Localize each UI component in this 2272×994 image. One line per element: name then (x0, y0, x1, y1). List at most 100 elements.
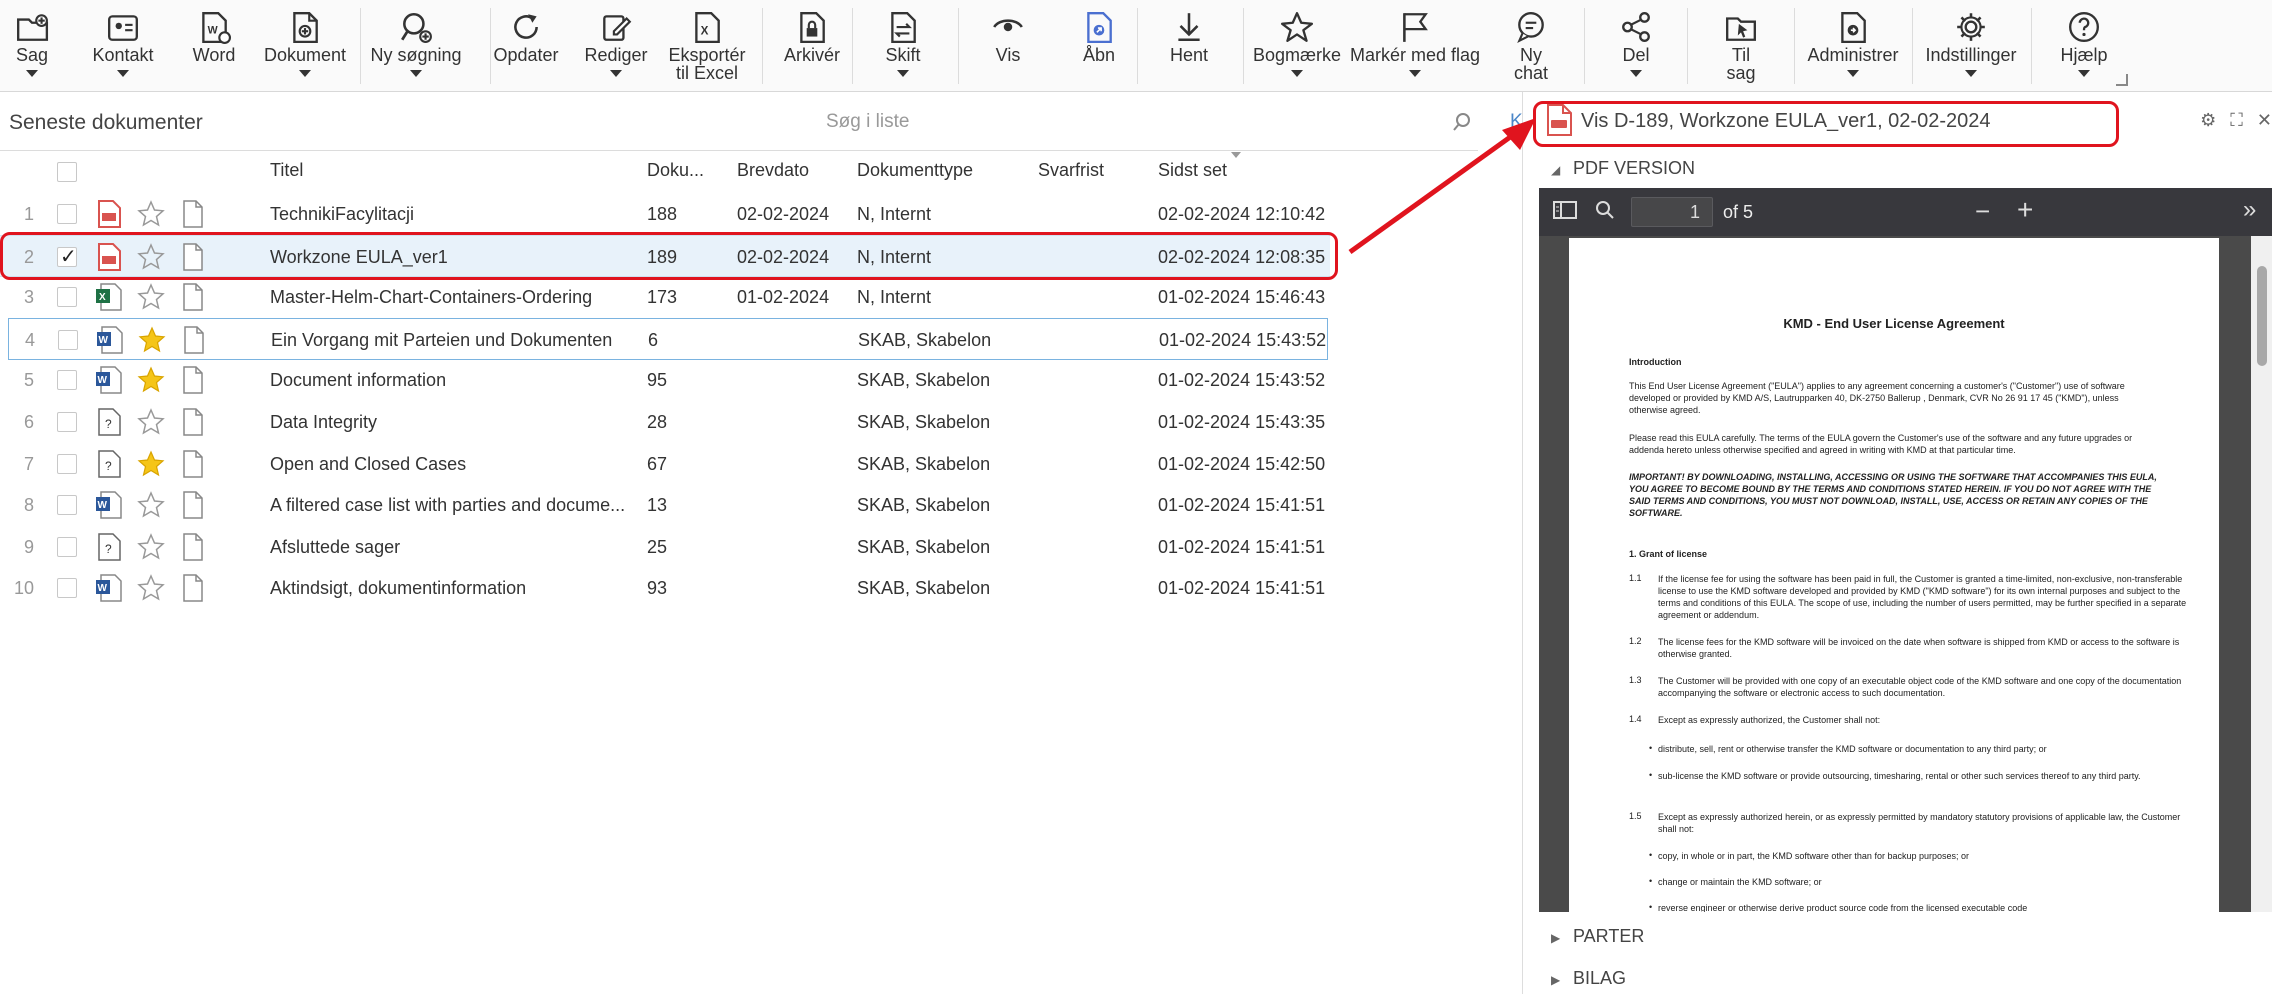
row-checkbox[interactable] (57, 370, 77, 391)
section-pdf-version[interactable]: ◢ PDF VERSION (1551, 158, 1695, 179)
page-icon[interactable] (182, 242, 204, 271)
toolbar-button-manage-doc[interactable]: Administrer (1803, 0, 1903, 92)
page-icon[interactable] (182, 533, 204, 561)
select-all-checkbox[interactable] (57, 162, 77, 182)
toolbar-button-excel-export[interactable]: X Eksportér til Excel (662, 0, 752, 92)
row-checkbox[interactable] (57, 412, 77, 432)
section-parter[interactable]: ▶ PARTER (1551, 926, 1644, 947)
row-checkbox[interactable] (57, 453, 77, 474)
toolbar-button-open-doc[interactable]: Åbn (1069, 0, 1129, 92)
row-checkbox[interactable] (57, 204, 77, 224)
table-row[interactable]: 2 Workzone EULA_ver1 189 02-02-2024 N, Inter… (0, 234, 1330, 277)
doc-title[interactable]: TechnikiFacylitacji (270, 204, 414, 225)
toolbar-button-share[interactable]: Del (1606, 0, 1666, 92)
page-icon[interactable] (182, 200, 204, 228)
doc-title[interactable]: Open and Closed Cases (270, 454, 466, 475)
doc-title[interactable]: Master-Helm-Chart-Containers-Ordering (270, 287, 592, 308)
toolbar-button-move-to-case[interactable]: Til sag (1711, 0, 1771, 92)
sidebar-toggle-icon[interactable] (1553, 200, 1577, 226)
toolbar-button-switch-doc[interactable]: Skift (867, 0, 939, 92)
panel-settings-icon[interactable]: ⚙ (2200, 110, 2216, 131)
row-checkbox[interactable] (57, 536, 77, 557)
row-checkbox[interactable] (57, 495, 77, 516)
toolbar-button-label: Hent (1169, 45, 1209, 65)
table-row[interactable]: 10 W Aktindsigt, dokumentinformation 93 SKAB… (0, 567, 1330, 609)
more-tools-icon[interactable]: » (2243, 196, 2256, 224)
toolbar-button-word-doc[interactable]: W Word (184, 0, 244, 92)
list-search-input[interactable]: Søg i liste (826, 111, 909, 133)
toolbar-button-eye[interactable]: Vis (978, 0, 1038, 92)
table-row[interactable]: 6? Data Integrity 28 SKAB, Skabelon 01-02-20… (0, 401, 1330, 443)
toolbar-button-help[interactable]: Hjælp (2049, 0, 2119, 92)
toolbar-button-archive-lock[interactable]: Arkivér (776, 0, 848, 92)
pdf-search-icon[interactable] (1595, 200, 1615, 226)
table-row[interactable]: 8 W A filtered case list with parties and … (0, 484, 1330, 526)
row-checkbox[interactable] (57, 287, 77, 308)
toolbar-button-contact-card[interactable]: Kontakt (83, 0, 163, 92)
bookmark-star-icon[interactable] (137, 532, 165, 561)
toolbar-button-download[interactable]: Hent (1159, 0, 1219, 92)
zoom-in-icon[interactable]: + (2017, 194, 2033, 226)
toolbar-button-gear[interactable]: Indstillinger (1919, 0, 2023, 92)
table-row[interactable]: 5 W Document information 95 SKAB, Skabelon 01… (0, 359, 1330, 401)
table-row[interactable]: 7? Open and Closed Cases 67 SKAB, Skabelon 0… (0, 443, 1330, 485)
doc-title[interactable]: Data Integrity (270, 412, 377, 433)
toolbar-button-flag[interactable]: Markér med flag (1345, 0, 1485, 92)
bookmark-star-icon[interactable] (137, 491, 165, 519)
column-header-last-seen[interactable]: Sidst set (1158, 160, 1227, 181)
toolbar-button-star[interactable]: Bogmærke (1249, 0, 1345, 92)
row-checkbox[interactable] (57, 578, 77, 599)
truncated-link[interactable]: K (1510, 111, 1523, 133)
doc-title[interactable]: Aktindsigt, dokumentinformation (270, 578, 526, 599)
page-icon[interactable] (182, 366, 204, 395)
bookmark-star-icon[interactable] (137, 408, 165, 436)
page-icon[interactable] (182, 408, 204, 436)
page-icon[interactable] (182, 574, 204, 603)
page-icon[interactable] (183, 326, 205, 354)
bookmark-star-icon[interactable] (137, 574, 165, 602)
doc-title[interactable]: Ein Vorgang mit Parteien und Dokumenten (271, 330, 612, 351)
doc-title[interactable]: Afsluttede sager (270, 537, 400, 558)
bullet: • (1649, 850, 1653, 860)
column-header-due[interactable]: Svarfrist (1038, 160, 1104, 181)
toolbar-button-chat[interactable]: Ny chat (1501, 0, 1561, 92)
page-icon[interactable] (182, 449, 204, 478)
close-icon[interactable]: ✕ (2257, 110, 2272, 131)
pdf-scrollbar[interactable] (2251, 236, 2272, 912)
bookmark-star-icon[interactable] (137, 283, 165, 311)
toolbar-button-search-plus[interactable]: Ny søgning (364, 0, 468, 92)
bookmark-star-icon[interactable] (137, 200, 165, 228)
row-checkbox[interactable] (58, 329, 78, 350)
table-row[interactable]: 4 W Ein Vorgang mit Parteien und Dokumente… (8, 317, 1328, 360)
row-checkbox[interactable] (57, 244, 77, 269)
doc-title[interactable]: A filtered case list with parties and do… (270, 495, 625, 516)
section-bilag[interactable]: ▶ BILAG (1551, 968, 1626, 989)
page-icon[interactable] (182, 283, 204, 311)
bookmark-star-icon[interactable] (137, 450, 165, 478)
doc-title[interactable]: Document information (270, 370, 446, 391)
dropdown-caret-icon (1291, 70, 1303, 77)
column-header-doc-type[interactable]: Dokumenttype (857, 160, 973, 181)
table-row[interactable]: 9? Afsluttede sager 25 SKAB, Skabelon 01-02-… (0, 526, 1330, 568)
doc-title[interactable]: Workzone EULA_ver1 (270, 247, 448, 268)
bookmark-star-icon[interactable] (137, 366, 165, 394)
resize-corner-icon[interactable] (2116, 74, 2128, 86)
zoom-out-icon[interactable]: − (1975, 196, 1990, 227)
column-header-doc-number[interactable]: Doku... (647, 160, 704, 181)
column-header-letter-date[interactable]: Brevdato (737, 160, 809, 181)
toolbar-button-refresh[interactable]: Opdater (486, 0, 566, 92)
table-row[interactable]: 1 TechnikiFacylitacji 188 02-02-2024 N, Inte… (0, 193, 1330, 235)
bookmark-star-icon[interactable] (137, 242, 165, 271)
table-row[interactable]: 3 X Master-Helm-Chart-Containers-Ordering 1… (0, 276, 1330, 318)
page-icon[interactable] (182, 491, 204, 519)
page-number-input[interactable]: 1 (1631, 197, 1713, 227)
maximize-icon[interactable]: ⛶ (2230, 110, 2243, 131)
bookmark-star-icon[interactable] (138, 326, 166, 354)
toolbar-button-edit[interactable]: Rediger (577, 0, 655, 92)
toolbar-button-folder-plus[interactable]: Sag (2, 0, 62, 92)
toolbar-button-document-plus[interactable]: Dokument (257, 0, 353, 92)
column-header-title[interactable]: Titel (270, 160, 303, 181)
dropdown-caret-icon (117, 70, 129, 77)
search-icon[interactable] (1452, 112, 1472, 137)
pdf-bullet: change or maintain the KMD software; or (1658, 877, 1822, 887)
